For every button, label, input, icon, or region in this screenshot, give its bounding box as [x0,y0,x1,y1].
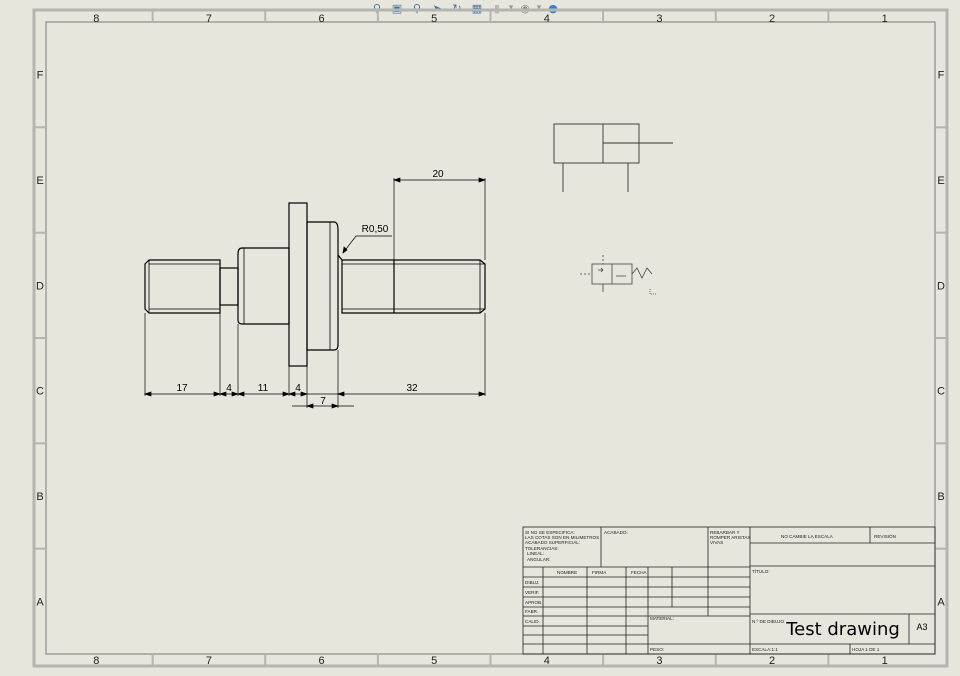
hub-section [306,221,339,351]
zone-row-label: E [937,175,944,187]
left-thread-section [144,259,221,314]
dim-4a[interactable]: 4 [226,383,232,394]
tb-note-3: ACABADO SUPERFICIAL: [525,540,580,545]
tb-note-6: ANGULAR: [527,557,551,562]
dim-11[interactable]: 11 [258,383,269,394]
tb-material: MATERIAL: [650,616,674,621]
tb-n-dibujo: N.º DE DIBUJO [752,619,784,624]
drawing-sheet[interactable]: 8877665544332211F FE ED DC CB BA A 20 R0… [0,0,960,676]
zone-row-label: F [37,70,44,82]
zone-ticks [34,10,947,666]
tb-hoja: HOJA 1 DE 1 [852,647,880,652]
zone-row-label: B [937,491,944,503]
zone-col-label: 5 [431,13,437,25]
zone-row-label: A [36,596,44,608]
zone-col-label: 1 [882,655,888,667]
dim-7[interactable]: 7 [320,396,326,407]
zone-col-label: 2 [769,13,775,25]
dim-17[interactable]: 17 [176,383,188,394]
tb-note-5: LINEAL: [527,551,544,556]
valve-symbol[interactable] [580,255,656,295]
zone-col-label: 7 [206,13,212,25]
sheet-size: A3 [916,622,927,632]
groove-section [219,267,239,306]
zone-row-label: C [937,386,945,398]
dim-4b[interactable]: 4 [295,383,301,394]
zone-row-label: E [36,175,43,187]
tb-titulo: TÍTULO: [752,568,770,574]
right-thread-section [341,259,486,314]
dimension-lines [143,177,487,409]
zone-col-label: 2 [769,655,775,667]
tb-row-fabr: FABR. [525,609,538,614]
tb-row-calid: CALID. [525,619,540,624]
dim-32[interactable]: 32 [406,383,418,394]
inner-border [45,21,936,655]
tb-row-dibuj: DIBUJ. [525,580,540,585]
zone-row-label: A [937,596,945,608]
zone-col-label: 5 [431,655,437,667]
tb-no-escale: NO CAMBIE LA ESCALA [781,534,834,539]
zone-row-label: D [937,280,945,292]
zone-row-label: C [36,386,44,398]
tb-escala: ESCALA:1:1 [752,647,778,652]
tb-row-aprob: APROB. [525,600,542,605]
zone-col-label: 6 [319,655,325,667]
tb-col-fecha: FECHA [631,570,648,575]
dimension-texts: 20 R0,50 17 4 11 4 7 32 [176,169,444,407]
tb-col-nombre: NOMBRE [557,570,577,575]
cylinder-symbol[interactable] [553,123,673,192]
zone-col-label: 7 [206,655,212,667]
tb-peso: PESO: [650,647,664,652]
dim-20[interactable]: 20 [432,169,444,180]
zone-col-label: 4 [544,655,550,667]
dim-r050[interactable]: R0,50 [362,224,389,235]
zone-col-label: 3 [656,655,662,667]
front-view[interactable] [144,202,486,367]
zone-row-label: D [36,280,44,292]
zone-col-label: 4 [544,13,550,25]
tb-rebabas-3: VIVAS [710,540,723,545]
shoulder-section [237,247,290,325]
zone-col-label: 1 [882,13,888,25]
outer-border [32,8,949,668]
zone-row-label: B [36,491,43,503]
zone-row-label: F [938,70,945,82]
tb-revision: REVISIÓN [874,533,896,539]
zone-col-label: 8 [93,13,99,25]
zone-col-label: 6 [319,13,325,25]
tb-col-firma: FIRMA [592,570,607,575]
flange-section [288,202,308,367]
drawing-name[interactable]: Test drawing [785,619,900,640]
zone-col-label: 8 [93,655,99,667]
zone-col-label: 3 [656,13,662,25]
zone-labels: 8877665544332211F FE ED DC CB BA A [36,13,945,667]
tb-acabado: ACABADO: [604,530,628,535]
tb-row-verif: VERIF. [525,590,539,595]
